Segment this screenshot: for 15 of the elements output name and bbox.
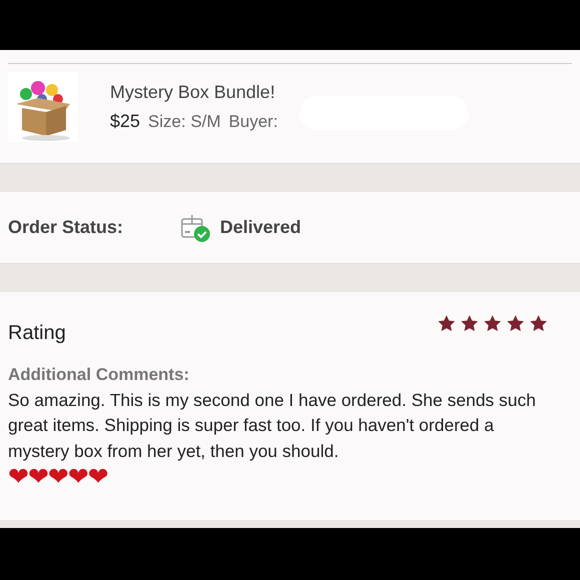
star-icon — [506, 314, 525, 333]
comments-label: Additional Comments: — [8, 364, 190, 386]
heart-emoji: ❤❤❤❤❤ — [8, 464, 108, 490]
item-title: Mystery Box Bundle! — [110, 80, 276, 104]
buyer-label: Buyer: — [228, 110, 278, 132]
rating-label: Rating — [8, 321, 66, 346]
order-status-value: Delivered — [220, 216, 302, 239]
star-icon — [437, 314, 456, 333]
star-icon — [529, 314, 548, 333]
star-icon — [460, 314, 479, 333]
order-status-label: Order Status: — [8, 216, 124, 239]
star-icon — [483, 314, 502, 333]
item-price: $25 — [110, 110, 140, 132]
comment-text: So amazing. This is my second one I have ordered. She sends such great items. Shipping is super fast too. If you haven't ordered a mystery box from her yet, then you should. — [8, 388, 537, 463]
item-size: Size: S/M — [148, 110, 221, 132]
